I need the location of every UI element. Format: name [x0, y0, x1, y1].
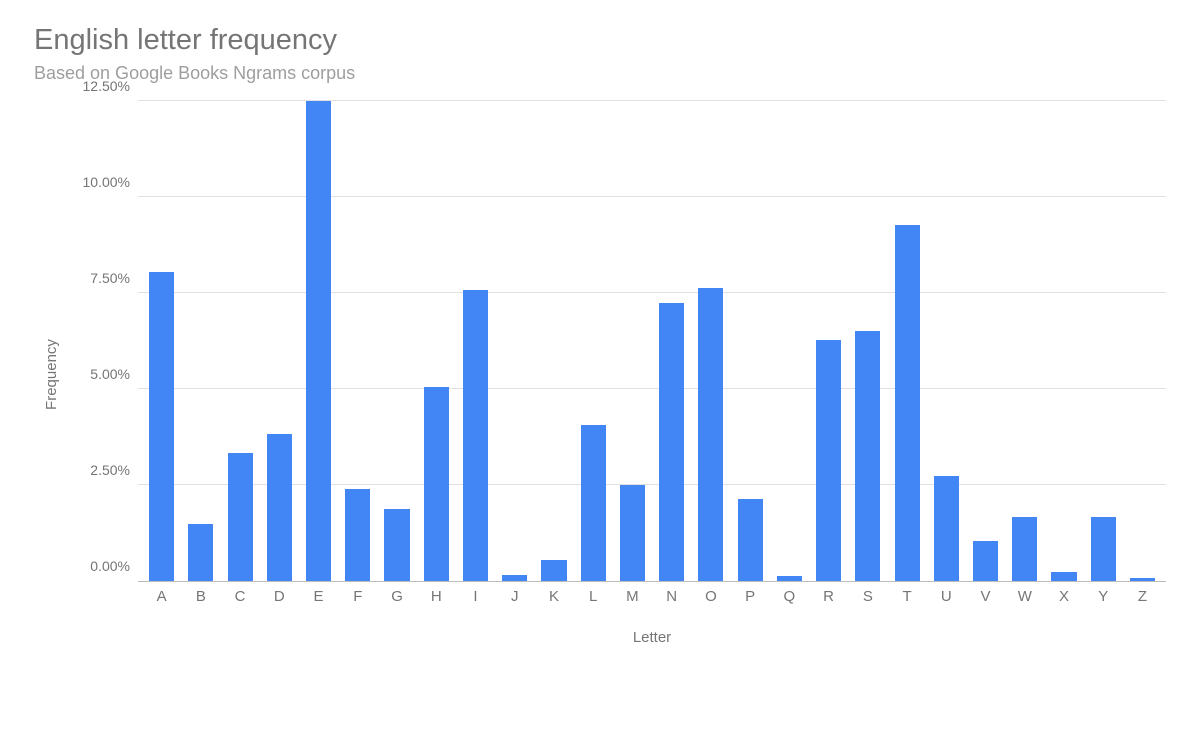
bars-group — [138, 102, 1166, 581]
x-tick-label: G — [377, 588, 416, 605]
bar — [188, 524, 213, 581]
chart-title: English letter frequency — [34, 24, 1166, 57]
x-tick-label: S — [848, 588, 887, 605]
y-axis-column: 0.00%2.50%5.00%7.50%10.00%12.50% — [68, 102, 138, 646]
bar-slot — [848, 102, 887, 581]
bar-slot — [1123, 102, 1162, 581]
x-tick-label: N — [652, 588, 691, 605]
x-tick-label: V — [966, 588, 1005, 605]
y-tick-label: 12.50% — [83, 78, 130, 94]
x-tick-label: X — [1044, 588, 1083, 605]
x-tick-label: C — [220, 588, 259, 605]
bar-slot — [1044, 102, 1083, 581]
bar-slot — [691, 102, 730, 581]
bar-slot — [731, 102, 770, 581]
bar — [228, 453, 253, 581]
bar — [816, 340, 841, 581]
x-ticks: ABCDEFGHIJKLMNOPQRSTUVWXYZ — [138, 582, 1166, 605]
bar-slot — [887, 102, 926, 581]
x-tick-label: L — [574, 588, 613, 605]
y-tick-label: 10.00% — [83, 174, 130, 190]
bar — [934, 476, 959, 581]
bar — [541, 560, 566, 581]
bar-slot — [456, 102, 495, 581]
bar — [424, 387, 449, 581]
bar — [345, 489, 370, 581]
bar — [777, 576, 802, 581]
bar-slot — [1005, 102, 1044, 581]
bar — [463, 290, 488, 581]
plot-column: ABCDEFGHIJKLMNOPQRSTUVWXYZ Letter — [138, 102, 1166, 646]
bar — [1012, 517, 1037, 582]
bar-slot — [770, 102, 809, 581]
x-tick-label: K — [534, 588, 573, 605]
x-tick-label: E — [299, 588, 338, 605]
bar-slot — [338, 102, 377, 581]
x-tick-label: P — [731, 588, 770, 605]
bar — [855, 331, 880, 581]
bar — [659, 303, 684, 581]
bar-slot — [613, 102, 652, 581]
y-tick-label: 7.50% — [90, 270, 130, 286]
bar-slot — [417, 102, 456, 581]
x-tick-label: W — [1005, 588, 1044, 605]
x-tick-label: D — [260, 588, 299, 605]
bar-slot — [299, 102, 338, 581]
bar-slot — [927, 102, 966, 581]
chart-subtitle: Based on Google Books Ngrams corpus — [34, 63, 1166, 84]
bar — [502, 575, 527, 581]
bar-slot — [534, 102, 573, 581]
grid-line — [138, 100, 1166, 101]
x-tick-label: O — [691, 588, 730, 605]
x-tick-label: U — [927, 588, 966, 605]
bar-slot — [652, 102, 691, 581]
x-tick-label: Y — [1084, 588, 1123, 605]
plot-row: Frequency 0.00%2.50%5.00%7.50%10.00%12.5… — [34, 102, 1166, 646]
bar-slot — [220, 102, 259, 581]
bar-slot — [1084, 102, 1123, 581]
x-tick-label: J — [495, 588, 534, 605]
x-tick-label: A — [142, 588, 181, 605]
x-tick-label: R — [809, 588, 848, 605]
bar — [1091, 517, 1116, 581]
bar — [973, 541, 998, 581]
x-tick-label: H — [417, 588, 456, 605]
bar — [1130, 578, 1155, 581]
y-axis-label: Frequency — [43, 339, 60, 410]
y-tick-label: 0.00% — [90, 558, 130, 574]
bar-slot — [142, 102, 181, 581]
x-axis-label: Letter — [138, 629, 1166, 646]
bar — [267, 434, 292, 581]
bar — [581, 425, 606, 581]
y-tick-label: 2.50% — [90, 462, 130, 478]
bar — [620, 485, 645, 581]
bar — [698, 288, 723, 581]
x-tick-label: Q — [770, 588, 809, 605]
bar-slot — [574, 102, 613, 581]
bar — [895, 225, 920, 581]
x-tick-label: B — [181, 588, 220, 605]
x-tick-label: M — [613, 588, 652, 605]
x-tick-label: Z — [1123, 588, 1162, 605]
y-tick-label: 5.00% — [90, 366, 130, 382]
bar-slot — [966, 102, 1005, 581]
chart-container: English letter frequency Based on Google… — [0, 0, 1200, 666]
bar-slot — [377, 102, 416, 581]
bar-slot — [809, 102, 848, 581]
x-tick-label: I — [456, 588, 495, 605]
bar-slot — [181, 102, 220, 581]
x-tick-label: T — [887, 588, 926, 605]
bar — [149, 272, 174, 581]
ylabel-column: Frequency — [34, 102, 68, 646]
bar — [384, 509, 409, 581]
x-tick-label: F — [338, 588, 377, 605]
plot-area — [138, 102, 1166, 582]
bar — [1051, 572, 1076, 581]
bar-slot — [260, 102, 299, 581]
bar — [738, 499, 763, 581]
bar — [306, 101, 331, 581]
bar-slot — [495, 102, 534, 581]
